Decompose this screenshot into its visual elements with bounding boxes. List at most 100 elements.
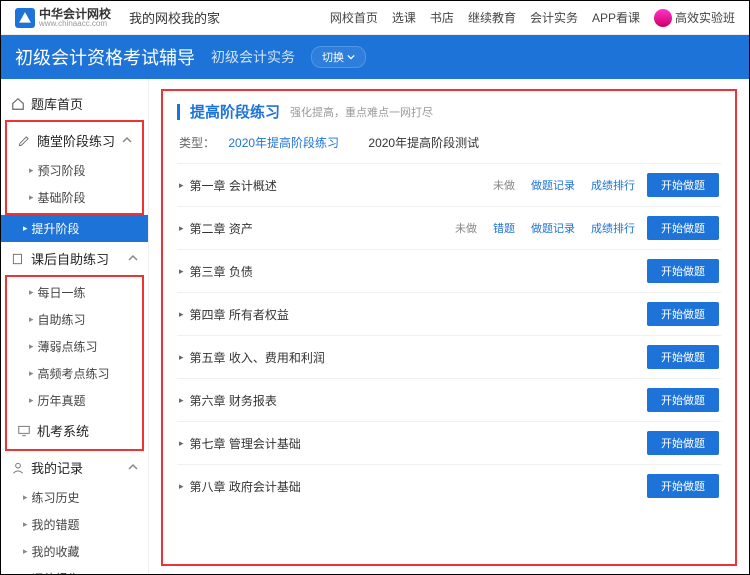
chapter-links: 未做做题记录成绩排行 (493, 177, 635, 193)
sidebar-item-basic[interactable]: 基础阶段 (7, 184, 142, 211)
section-header: 提高阶段练习 强化提高，重点难点一网打尽 (177, 101, 721, 122)
content-area: 提高阶段练习 强化提高，重点难点一网打尽 类型： 2020年提高阶段练习 202… (149, 79, 749, 575)
start-button[interactable]: 开始做题 (647, 388, 719, 412)
sidebar-item-daily[interactable]: 每日一练 (7, 279, 142, 306)
caret-right-icon[interactable]: ▸ (179, 481, 184, 492)
start-button[interactable]: 开始做题 (647, 259, 719, 283)
chapter-name[interactable]: 第四章 所有者权益 (190, 306, 635, 323)
logo[interactable]: 中华会计网校 www.chinaacc.com (15, 8, 111, 28)
user-menu[interactable]: 高效实验班 (654, 9, 735, 27)
start-button[interactable]: 开始做题 (647, 345, 719, 369)
chevron-up-icon (128, 251, 138, 266)
type-filter: 类型： 2020年提高阶段练习 2020年提高阶段测试 (177, 134, 721, 151)
chapter-name[interactable]: 第八章 政府会计基础 (190, 478, 635, 495)
chapter-link-undone[interactable]: 未做 (493, 177, 515, 193)
start-button[interactable]: 开始做题 (647, 173, 719, 197)
nav-link-course[interactable]: 选课 (392, 9, 416, 26)
sidebar-item-self[interactable]: 自助练习 (7, 306, 142, 333)
banner-title: 初级会计资格考试辅导 (15, 44, 195, 70)
start-button[interactable]: 开始做题 (647, 302, 719, 326)
sidebar-item-freq[interactable]: 高频考点练习 (7, 360, 142, 387)
nav-link-practice[interactable]: 会计实务 (530, 9, 578, 26)
start-button[interactable]: 开始做题 (647, 216, 719, 240)
banner-sub: 初级会计实务 (211, 47, 295, 67)
home-icon (11, 97, 25, 111)
sidebar-group-records[interactable]: 我的记录 (1, 451, 148, 484)
nav-link-app[interactable]: APP看课 (592, 9, 640, 26)
sidebar-item-fav[interactable]: 我的收藏 (1, 538, 148, 565)
top-links: 网校首页 选课 书店 继续教育 会计实务 APP看课 高效实验班 (330, 9, 735, 27)
caret-right-icon[interactable]: ▸ (179, 352, 184, 363)
sidebar-group-selfstudy[interactable]: 课后自助练习 (1, 242, 148, 275)
sidebar-home-label: 题库首页 (31, 94, 83, 113)
chapter-link-wrong[interactable]: 错题 (493, 220, 515, 236)
start-button[interactable]: 开始做题 (647, 431, 719, 455)
chapter-row: ▸ 第二章 资产未做错题做题记录成绩排行开始做题 (177, 206, 721, 249)
caret-right-icon[interactable]: ▸ (179, 438, 184, 449)
logo-icon (15, 8, 35, 28)
chapter-name[interactable]: 第六章 财务报表 (190, 392, 635, 409)
sidebar-item-report[interactable]: 评估报告 (1, 565, 148, 575)
sidebar-item-wrong[interactable]: 我的错题 (1, 511, 148, 538)
sidebar: 题库首页 随堂阶段练习 预习阶段 基础阶段 提升阶段 课后自助练习 (1, 79, 149, 575)
sidebar-group-label: 我的记录 (31, 458, 83, 477)
logo-text-cn: 中华会计网校 (39, 8, 111, 20)
chapter-name[interactable]: 第一章 会计概述 (190, 177, 493, 194)
section-bar-icon (177, 104, 180, 120)
chevron-down-icon (347, 53, 355, 61)
chapter-name[interactable]: 第五章 收入、费用和利润 (190, 349, 635, 366)
highlight-box-content: 提高阶段练习 强化提高，重点难点一网打尽 类型： 2020年提高阶段练习 202… (161, 89, 737, 566)
chevron-up-icon (128, 460, 138, 475)
nav-link-home[interactable]: 网校首页 (330, 9, 378, 26)
chapter-link-rank[interactable]: 成绩排行 (591, 177, 635, 193)
book-icon (11, 252, 25, 266)
chapter-name[interactable]: 第三章 负债 (190, 263, 635, 280)
chapter-list: ▸第一章 会计概述未做做题记录成绩排行开始做题▸第二章 资产未做错题做题记录成绩… (177, 163, 721, 507)
logo-text-en: www.chinaacc.com (39, 20, 111, 28)
caret-right-icon[interactable]: ▸ (179, 223, 184, 234)
chapter-name[interactable]: 第七章 管理会计基础 (190, 435, 635, 452)
caret-right-icon[interactable]: ▸ (179, 266, 184, 277)
sidebar-item-past[interactable]: 历年真题 (7, 387, 142, 414)
top-nav: 中华会计网校 www.chinaacc.com 我的网校我的家 网校首页 选课 … (1, 1, 749, 35)
monitor-icon (17, 424, 31, 438)
type-tab-practice[interactable]: 2020年提高阶段练习 (228, 136, 339, 150)
user-icon (11, 461, 25, 475)
chapter-row: ▸ 第七章 管理会计基础开始做题 (177, 421, 721, 464)
sidebar-group-classroom[interactable]: 随堂阶段练习 (7, 124, 142, 157)
chapter-row: ▸ 第五章 收入、费用和利润开始做题 (177, 335, 721, 378)
user-label: 高效实验班 (675, 9, 735, 26)
sidebar-exam-label: 机考系统 (37, 421, 89, 440)
type-label: 类型： (179, 136, 215, 150)
page-banner: 初级会计资格考试辅导 初级会计实务 切换 (1, 35, 749, 79)
chapter-link-record[interactable]: 做题记录 (531, 177, 575, 193)
sidebar-item-history[interactable]: 练习历史 (1, 484, 148, 511)
caret-right-icon[interactable]: ▸ (179, 180, 184, 191)
chapter-name[interactable]: 第二章 资产 (190, 220, 455, 237)
nav-link-shop[interactable]: 书店 (430, 9, 454, 26)
sidebar-group-label: 课后自助练习 (31, 249, 109, 268)
chapter-link-record[interactable]: 做题记录 (531, 220, 575, 236)
chapter-links: 未做错题做题记录成绩排行 (455, 220, 635, 236)
chapter-row: ▸ 第三章 负债开始做题 (177, 249, 721, 292)
chapter-link-undone[interactable]: 未做 (455, 220, 477, 236)
sidebar-item-advance[interactable]: 提升阶段 (1, 215, 148, 242)
highlight-box-2: 每日一练 自助练习 薄弱点练习 高频考点练习 历年真题 机考系统 (5, 275, 144, 451)
sidebar-item-weak[interactable]: 薄弱点练习 (7, 333, 142, 360)
sidebar-exam[interactable]: 机考系统 (7, 414, 142, 447)
chapter-row: ▸ 第八章 政府会计基础开始做题 (177, 464, 721, 507)
start-button[interactable]: 开始做题 (647, 474, 719, 498)
section-title: 提高阶段练习 (190, 101, 280, 122)
caret-right-icon[interactable]: ▸ (179, 395, 184, 406)
switch-button[interactable]: 切换 (311, 46, 366, 68)
chevron-up-icon (122, 133, 132, 148)
nav-link-edu[interactable]: 继续教育 (468, 9, 516, 26)
type-tab-test[interactable]: 2020年提高阶段测试 (368, 136, 479, 150)
sidebar-home[interactable]: 题库首页 (1, 87, 148, 120)
slogan: 我的网校我的家 (129, 8, 220, 27)
chapter-link-rank[interactable]: 成绩排行 (591, 220, 635, 236)
sidebar-group-label: 随堂阶段练习 (37, 131, 115, 150)
chapter-row: ▸ 第四章 所有者权益开始做题 (177, 292, 721, 335)
caret-right-icon[interactable]: ▸ (179, 309, 184, 320)
sidebar-item-preview[interactable]: 预习阶段 (7, 157, 142, 184)
